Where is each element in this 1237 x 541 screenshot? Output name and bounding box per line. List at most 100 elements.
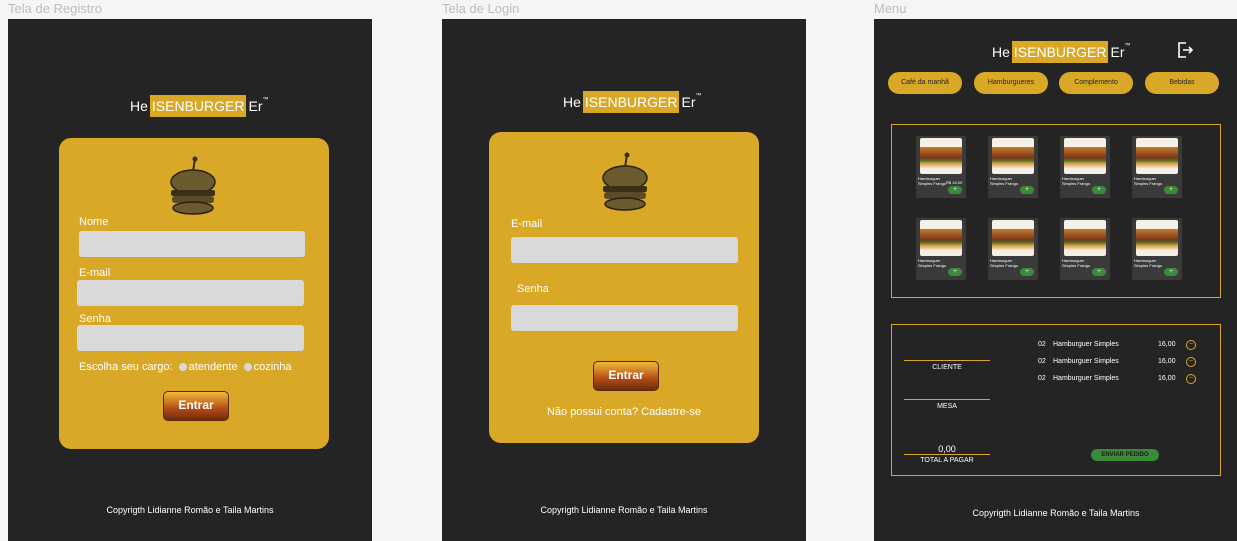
tab-cafe-da-manha[interactable]: Café da manhã [888,72,962,94]
registro-frame-title: Tela de Registro [8,1,102,16]
remove-item-icon[interactable]: − [1186,357,1196,367]
cargo-label: Escolha seu cargo: [79,361,173,373]
logo-right: Er [1110,44,1125,60]
product-card[interactable]: Hamburguer Simples Frango + [916,218,966,280]
logo: He ISENBURGER Er ™ [130,95,268,117]
senha-input[interactable] [77,325,304,351]
order-name: Hamburguer Simples [1053,375,1119,382]
logo-mid: ISENBURGER [582,91,680,113]
total-value: 0,00 [938,444,956,454]
product-name: Hamburguer Simples Frango [990,258,1019,268]
email-label: E-mail [79,267,111,279]
add-button[interactable]: + [1092,268,1106,276]
senha-label: Senha [79,313,111,325]
burger-image [1064,138,1106,174]
email-input[interactable] [77,280,304,306]
logo-tm: ™ [262,97,269,103]
add-button[interactable]: + [1092,186,1106,194]
tab-bebidas[interactable]: Bebidas [1145,72,1219,94]
logo-left: He [992,44,1010,60]
product-name: Hamburguer Simples Frango [1062,176,1091,186]
total-label: TOTAL A PAGAR [920,457,974,464]
burger-image [992,220,1034,256]
add-button[interactable]: + [948,268,962,276]
registro-frame: He ISENBURGER Er ™ Nome E-mail Senha Esc… [8,19,372,541]
add-button[interactable]: + [1164,268,1178,276]
entrar-button[interactable]: Entrar [593,361,659,391]
registro-card: Nome E-mail Senha Escolha seu cargo: ate… [59,138,329,449]
entrar-button[interactable]: Entrar [163,391,229,421]
burger-image [920,220,962,256]
login-card: E-mail Senha Entrar Não possui conta? Ca… [489,132,759,443]
order-qty: 02 [1038,358,1046,365]
product-card[interactable]: Hamburguer Simples Frango + [1132,218,1182,280]
order-name: Hamburguer Simples [1053,358,1119,365]
login-frame: He ISENBURGER Er ™ E-mail Senha Entrar N… [442,19,806,541]
remove-item-icon[interactable]: − [1186,340,1196,350]
logo-mid: ISENBURGER [149,95,247,117]
product-name: Hamburguer Simples Frango [990,176,1019,186]
burger-image [1136,220,1178,256]
remove-item-icon[interactable]: − [1186,374,1196,384]
product-name: Hamburguer Simples Frango [1134,258,1163,268]
cliente-label: CLIENTE [932,364,962,371]
product-price: R$ 16,00 [946,180,963,185]
burger-image [1064,220,1106,256]
order-price: 16,00 [1158,375,1176,382]
copyright: Copyrigth Lidianne Romão e Taila Martins [540,505,708,515]
product-name: Hamburguer Simples Frango [1062,258,1091,268]
mesa-field[interactable] [904,399,990,400]
add-button[interactable]: + [1164,186,1178,194]
order-price: 16,00 [1158,341,1176,348]
add-button[interactable]: + [1020,186,1034,194]
order-box: CLIENTE MESA 0,00 TOTAL A PAGAR 02 Hambu… [891,324,1221,476]
product-card[interactable]: Hamburguer Simples Frango R$ 16,00 + [916,136,966,198]
burger-icon [170,156,216,215]
menu-frame: He ISENBURGER Er ™ Café da manhã Hamburg… [874,19,1237,541]
mesa-label: MESA [937,403,957,410]
radio-cozinha[interactable] [243,363,252,371]
senha-input[interactable] [511,305,738,331]
enviar-pedido-button[interactable]: ENVIAR PEDIDO [1091,449,1159,461]
product-card[interactable]: Hamburguer Simples Frango + [1060,136,1110,198]
cozinha-label: cozinha [253,361,292,373]
atendente-label: atendente [188,361,238,373]
radio-atendente[interactable] [178,363,187,371]
tab-complemento[interactable]: Complemento [1059,72,1133,94]
products-box: Hamburguer Simples Frango R$ 16,00 + Ham… [891,124,1221,298]
burger-image [992,138,1034,174]
product-card[interactable]: Hamburguer Simples Frango + [988,218,1038,280]
signup-link[interactable]: Não possui conta? Cadastre-se [489,406,759,418]
order-qty: 02 [1038,341,1046,348]
add-button[interactable]: + [948,186,962,194]
logout-icon[interactable] [1176,41,1194,59]
email-input[interactable] [511,237,738,263]
order-qty: 02 [1038,375,1046,382]
tab-hamburgueres[interactable]: Hamburgueres [974,72,1048,94]
copyright: Copyrigth Lidianne Romão e Taila Martins [106,505,274,515]
logo: He ISENBURGER Er ™ [563,91,701,113]
product-card[interactable]: Hamburguer Simples Frango + [988,136,1038,198]
logo-right: Er [681,94,696,110]
product-name: Hamburguer Simples Frango [918,258,947,268]
senha-label: Senha [517,283,549,295]
nome-input[interactable] [79,231,305,257]
burger-image [920,138,962,174]
add-button[interactable]: + [1020,268,1034,276]
menu-frame-title: Menu [874,1,907,16]
product-card[interactable]: Hamburguer Simples Frango + [1060,218,1110,280]
product-card[interactable]: Hamburguer Simples Frango + [1132,136,1182,198]
burger-icon [602,152,648,211]
login-frame-title: Tela de Login [442,1,520,16]
cargo-row: Escolha seu cargo: atendente cozinha [79,361,292,373]
logo-left: He [130,98,148,114]
logo-tm: ™ [1124,43,1131,49]
nome-label: Nome [79,216,109,228]
product-name: Hamburguer Simples Frango [918,176,947,186]
burger-image [1136,138,1178,174]
order-price: 16,00 [1158,358,1176,365]
logo: He ISENBURGER Er ™ [992,41,1130,63]
logo-right: Er [248,98,263,114]
email-label: E-mail [511,218,543,230]
cliente-field[interactable] [904,360,990,361]
